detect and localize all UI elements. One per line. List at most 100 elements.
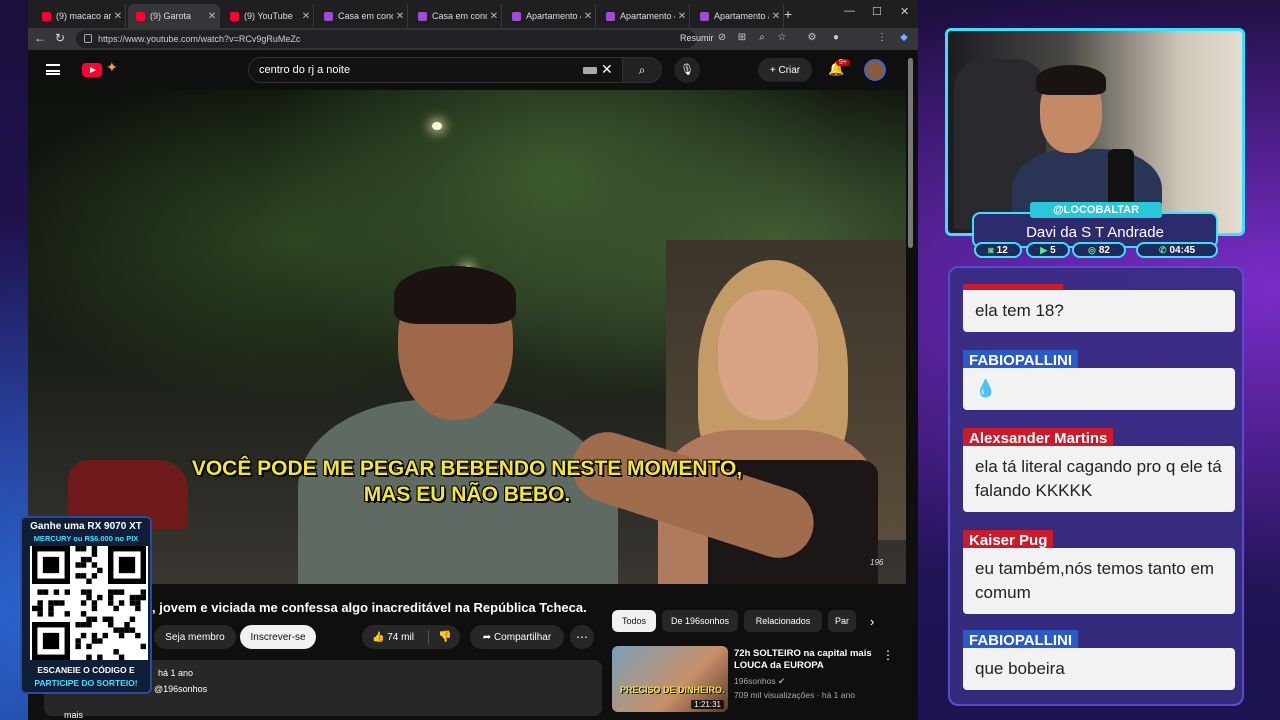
scrollbar[interactable] xyxy=(908,58,914,718)
search-icon[interactable]: ⌕ xyxy=(622,57,662,83)
browser-tab[interactable]: (9) macaco aran✕ xyxy=(34,4,126,28)
close-tab-icon[interactable]: ✕ xyxy=(581,11,595,22)
extension-icon[interactable]: ⊘ xyxy=(716,32,728,44)
street-lamp xyxy=(432,122,442,130)
screenshot-icon[interactable]: ⊞ xyxy=(736,32,748,44)
stat-tips: ◎ 82 xyxy=(1072,242,1126,258)
keyboard-icon[interactable] xyxy=(583,67,597,74)
scrollbar-thumb[interactable] xyxy=(908,58,913,248)
browser-tab[interactable]: Apartamento 4 ✕ xyxy=(598,4,690,28)
reload-icon[interactable]: ↻ xyxy=(55,31,65,45)
create-button[interactable]: + Criar xyxy=(758,58,812,82)
clear-search-icon[interactable]: ✕ xyxy=(601,61,613,78)
close-icon[interactable]: ✕ xyxy=(900,5,909,18)
youtube-icon xyxy=(230,11,239,21)
chip-todos[interactable]: Todos xyxy=(612,610,656,632)
copilot-icon[interactable]: ◆ xyxy=(898,32,910,44)
browser-tab[interactable]: (9) Garota ✕ xyxy=(128,4,220,28)
giveaway-footer: ESCANEIE O CÓDIGO E xyxy=(37,665,135,675)
url-text: https://www.youtube.com/watch?v=RCv9gRuM… xyxy=(98,34,301,44)
tab-label: Apartamento à xyxy=(714,11,769,21)
like-button[interactable]: 👍 74 mil 👎 xyxy=(362,625,460,649)
join-button[interactable]: Seja membro xyxy=(154,625,236,649)
browser-tab[interactable]: (9) YouTube ✕ xyxy=(222,4,314,28)
profile-avatar[interactable]: ● xyxy=(830,32,842,44)
subtitle-line: MAS EU NÃO BEBO. xyxy=(363,483,571,506)
video-player[interactable]: VOCÊ PODE ME PEGAR BEBENDO NESTE MOMENTO… xyxy=(28,90,906,584)
back-icon[interactable]: ← xyxy=(34,31,46,45)
zoom-icon[interactable]: ⌕ xyxy=(756,32,768,44)
minimize-icon[interactable]: — xyxy=(844,5,855,17)
video-subtitles: VOCÊ PODE ME PEGAR BEBENDO NESTE MOMENTO… xyxy=(28,456,906,508)
site-info-icon[interactable] xyxy=(84,34,92,43)
microphone-icon[interactable]: 🎙 xyxy=(674,57,700,83)
close-tab-icon[interactable]: ✕ xyxy=(769,11,783,22)
chat-icon: ◙ xyxy=(988,245,994,255)
channel-handle[interactable]: @196sonhos xyxy=(154,684,207,694)
recommended-channel[interactable]: 196sonhos ✔ xyxy=(734,676,785,687)
tab-label: Apartamento 4 xyxy=(526,11,581,21)
more-options-icon[interactable]: ⋮ xyxy=(882,648,894,662)
menu-icon[interactable]: ⋮ xyxy=(876,32,888,44)
qr-code xyxy=(30,546,148,660)
url-field[interactable]: https://www.youtube.com/watch?v=RCv9gRuM… xyxy=(76,30,696,48)
close-tab-icon[interactable]: ✕ xyxy=(299,11,313,22)
star-icon[interactable]: ☆ xyxy=(776,32,788,44)
close-tab-icon[interactable]: ✕ xyxy=(205,11,219,22)
verified-icon: ✔ xyxy=(777,676,786,686)
close-tab-icon[interactable]: ✕ xyxy=(675,11,689,22)
browser-tab[interactable]: Apartamento à ✕ xyxy=(692,4,784,28)
streamer-handle: @LOCOBALTAR xyxy=(1030,202,1162,218)
hamburger-menu-icon[interactable] xyxy=(46,64,60,75)
chevron-right-icon[interactable]: › xyxy=(870,614,874,629)
chip-partial[interactable]: Par xyxy=(828,610,856,632)
close-tab-icon[interactable]: ✕ xyxy=(393,11,407,22)
tab-label: (9) macaco aran xyxy=(56,11,111,21)
chat-text: eu também,nós temos tanto em comum xyxy=(963,548,1235,614)
stat-value: 5 xyxy=(1050,244,1056,256)
stat-chat: ◙ 12 xyxy=(974,242,1022,258)
giveaway-footer-cta: PARTICIPE DO SORTEIO! xyxy=(34,678,138,688)
dislike-icon[interactable]: 👎 xyxy=(438,630,452,643)
share-icon: ➦ xyxy=(482,631,494,643)
stat-value: 82 xyxy=(1098,244,1110,256)
tab-label: Casa em condo xyxy=(338,11,393,21)
youtube-header: ✦ centro do rj a noite ✕ ⌕ 🎙 + Criar 🔔 9… xyxy=(28,50,918,90)
chip-channel[interactable]: De 196sonhos xyxy=(662,610,738,632)
browser-tab[interactable]: Casa em condo✕ xyxy=(410,4,502,28)
close-tab-icon[interactable]: ✕ xyxy=(111,11,125,22)
youtube-logo[interactable] xyxy=(82,63,102,77)
streamer-hair xyxy=(1036,65,1106,95)
summarize-button[interactable]: Resumir xyxy=(680,33,714,43)
more-actions-icon[interactable]: ⋯ xyxy=(570,625,594,649)
share-button[interactable]: ➦ Compartilhar xyxy=(470,625,564,649)
maximize-icon[interactable]: ☐ xyxy=(872,5,882,18)
youtube-doodle-icon[interactable]: ✦ xyxy=(106,59,118,76)
like-icon: 👍 xyxy=(372,631,388,643)
video-duration: 1:21:31 xyxy=(691,700,724,709)
chip-related[interactable]: Relacionados xyxy=(744,610,822,632)
extensions-icon[interactable]: ⚙ xyxy=(806,32,818,44)
recommended-title[interactable]: 72h SOLTEIRO na capital mais LOUCA da EU… xyxy=(734,648,874,672)
show-more-link[interactable]: mais xyxy=(64,710,83,720)
close-tab-icon[interactable]: ✕ xyxy=(487,11,501,22)
new-tab-button[interactable]: + xyxy=(784,6,792,22)
address-bar: ← ↻ https://www.youtube.com/watch?v=RCv9… xyxy=(28,28,918,50)
subtitle-line: VOCÊ PODE ME PEGAR BEBENDO NESTE MOMENTO… xyxy=(191,457,743,480)
channel-watermark: 196 xyxy=(870,558,884,567)
channel-name: 196sonhos xyxy=(734,676,776,686)
listing-icon xyxy=(606,11,615,21)
account-avatar[interactable] xyxy=(864,59,886,81)
create-label: Criar xyxy=(778,64,801,76)
giveaway-subline: MERCURY ou R$6.000 no PIX xyxy=(33,534,139,543)
giveaway-headline: Ganhe uma RX 9070 XT xyxy=(30,521,142,532)
subscribe-button[interactable]: Inscrever-se xyxy=(240,625,316,649)
recommended-video[interactable]: PRECISO DE DINHEIRO. 1:21:31 72h SOLTEIR… xyxy=(612,646,902,716)
video-thumbnail[interactable]: PRECISO DE DINHEIRO. 1:21:31 xyxy=(612,646,728,712)
browser-tab[interactable]: Apartamento 4 ✕ xyxy=(504,4,596,28)
browser-tab[interactable]: Casa em condo✕ xyxy=(316,4,408,28)
search-input[interactable]: centro do rj a noite ✕ xyxy=(248,57,624,83)
browser-window: (9) macaco aran✕(9) Garota✕(9) YouTube✕C… xyxy=(28,0,918,720)
chat-text: ela tem 18? xyxy=(963,290,1235,332)
tip-icon: ◎ xyxy=(1088,244,1096,255)
